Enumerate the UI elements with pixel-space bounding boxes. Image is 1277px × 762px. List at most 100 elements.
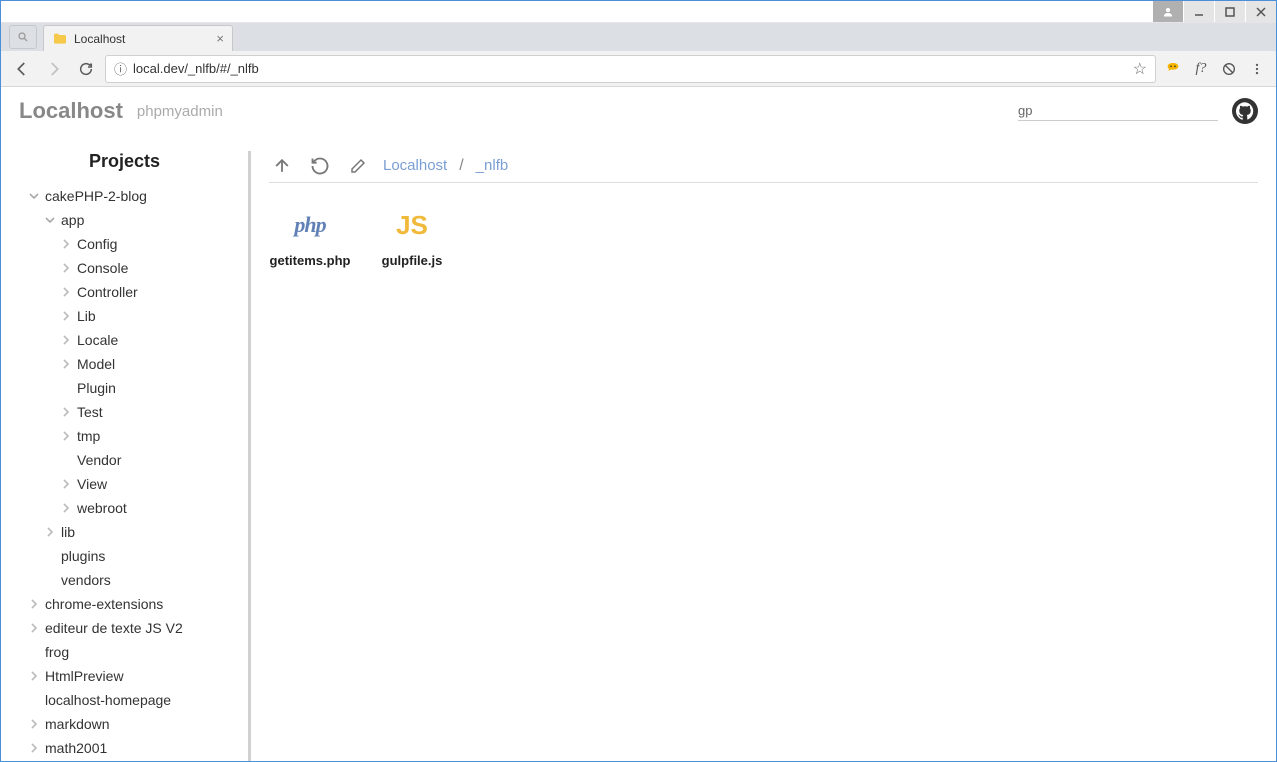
tree-item[interactable]: app bbox=[1, 208, 248, 232]
chevron-right-icon[interactable] bbox=[61, 287, 75, 297]
app-header: Localhost phpmyadmin gp bbox=[1, 87, 1276, 135]
sidebar: Projects cakePHP-2-blog app Config Console C… bbox=[1, 135, 251, 761]
chevron-right-icon[interactable] bbox=[61, 263, 75, 273]
tree-item[interactable]: HtmlPreview bbox=[1, 664, 248, 688]
tree-item-label: Plugin bbox=[75, 380, 116, 396]
page-content: Localhost phpmyadmin gp Projects cakePHP… bbox=[1, 87, 1276, 761]
tab-close-icon[interactable]: × bbox=[216, 31, 224, 46]
tree-item-label: math2001 bbox=[43, 740, 107, 756]
chevron-down-icon[interactable] bbox=[29, 191, 43, 201]
refresh-button[interactable] bbox=[307, 153, 333, 179]
tab-search-button[interactable] bbox=[9, 25, 37, 49]
chevron-right-icon[interactable] bbox=[29, 599, 43, 609]
tree-item[interactable]: webroot bbox=[1, 496, 248, 520]
user-icon[interactable] bbox=[1153, 1, 1183, 22]
tree-item[interactable]: plugins bbox=[1, 544, 248, 568]
back-button[interactable] bbox=[9, 56, 35, 82]
tree-item[interactable]: Locale bbox=[1, 328, 248, 352]
forward-button[interactable] bbox=[41, 56, 67, 82]
tree-item[interactable]: vendors bbox=[1, 568, 248, 592]
tree-item[interactable]: tmp bbox=[1, 424, 248, 448]
chevron-right-icon[interactable] bbox=[45, 527, 59, 537]
window-titlebar bbox=[1, 1, 1276, 23]
breadcrumb-current[interactable]: _nlfb bbox=[476, 157, 509, 174]
tree-item[interactable]: math2001 bbox=[1, 736, 248, 760]
tree-item[interactable]: lib bbox=[1, 520, 248, 544]
tree-item-label: Vendor bbox=[75, 452, 121, 468]
extension-icon-3[interactable] bbox=[1218, 58, 1240, 80]
tree-item[interactable]: Model bbox=[1, 352, 248, 376]
extension-icon-1[interactable] bbox=[1162, 58, 1184, 80]
tree-item[interactable]: frog bbox=[1, 640, 248, 664]
chevron-right-icon[interactable] bbox=[29, 719, 43, 729]
file-name: getitems.php bbox=[269, 253, 351, 269]
site-info-icon[interactable]: ⓘ bbox=[114, 59, 127, 78]
project-tree: cakePHP-2-blog app Config Console Controller… bbox=[1, 184, 248, 760]
chevron-right-icon[interactable] bbox=[61, 239, 75, 249]
maximize-button[interactable] bbox=[1215, 1, 1245, 22]
address-bar[interactable]: ⓘ local.dev/_nlfb/#/_nlfb ☆ bbox=[105, 55, 1156, 83]
file-item[interactable]: JSgulpfile.js bbox=[371, 201, 453, 269]
up-button[interactable] bbox=[269, 153, 295, 179]
file-grid: php getitems.php JSgulpfile.js bbox=[269, 201, 1258, 269]
tree-item[interactable]: Vendor bbox=[1, 448, 248, 472]
tree-item-label: Console bbox=[75, 260, 128, 276]
tree-item[interactable]: editeur de texte JS V2 bbox=[1, 616, 248, 640]
chevron-right-icon[interactable] bbox=[61, 407, 75, 417]
chevron-right-icon[interactable] bbox=[61, 479, 75, 489]
tree-item[interactable]: View bbox=[1, 472, 248, 496]
chevron-right-icon[interactable] bbox=[61, 431, 75, 441]
search-input[interactable]: gp bbox=[1018, 101, 1218, 121]
breadcrumb-root[interactable]: Localhost bbox=[383, 157, 447, 174]
tree-item-label: editeur de texte JS V2 bbox=[43, 620, 183, 636]
php-file-icon: php bbox=[269, 201, 351, 249]
reload-button[interactable] bbox=[73, 56, 99, 82]
chevron-right-icon[interactable] bbox=[61, 311, 75, 321]
tree-item[interactable]: Plugin bbox=[1, 376, 248, 400]
tree-item[interactable]: Test bbox=[1, 400, 248, 424]
sidebar-title: Projects bbox=[1, 151, 248, 172]
chevron-right-icon[interactable] bbox=[29, 623, 43, 633]
chevron-down-icon[interactable] bbox=[45, 215, 59, 225]
tree-item-label: Model bbox=[75, 356, 115, 372]
chevron-right-icon[interactable] bbox=[61, 335, 75, 345]
tree-item[interactable]: markdown bbox=[1, 712, 248, 736]
tree-item-label: Controller bbox=[75, 284, 138, 300]
app-subtitle-link[interactable]: phpmyadmin bbox=[137, 103, 223, 120]
tree-item-label: tmp bbox=[75, 428, 100, 444]
tree-item-label: HtmlPreview bbox=[43, 668, 124, 684]
chevron-right-icon[interactable] bbox=[61, 359, 75, 369]
tree-item[interactable]: Controller bbox=[1, 280, 248, 304]
browser-menu-button[interactable] bbox=[1246, 58, 1268, 80]
tree-item-label: cakePHP-2-blog bbox=[43, 188, 147, 204]
chevron-right-icon[interactable] bbox=[61, 503, 75, 513]
browser-toolbar: ⓘ local.dev/_nlfb/#/_nlfb ☆ f? bbox=[1, 51, 1276, 87]
tree-item[interactable]: chrome-extensions bbox=[1, 592, 248, 616]
tree-item-label: chrome-extensions bbox=[43, 596, 163, 612]
chevron-right-icon[interactable] bbox=[29, 671, 43, 681]
app-title[interactable]: Localhost bbox=[19, 98, 123, 124]
minimize-button[interactable] bbox=[1184, 1, 1214, 22]
tree-item[interactable]: Config bbox=[1, 232, 248, 256]
file-item[interactable]: php getitems.php bbox=[269, 201, 351, 269]
tree-item[interactable]: cakePHP-2-blog bbox=[1, 184, 248, 208]
tree-item[interactable]: Lib bbox=[1, 304, 248, 328]
tree-item[interactable]: Console bbox=[1, 256, 248, 280]
edit-button[interactable] bbox=[345, 153, 371, 179]
tree-item-label: Config bbox=[75, 236, 117, 252]
browser-tab[interactable]: Localhost × bbox=[43, 25, 233, 51]
tree-item-label: app bbox=[59, 212, 84, 228]
tab-strip: Localhost × bbox=[1, 23, 1276, 51]
tree-item-label: plugins bbox=[59, 548, 105, 564]
tree-item-label: Test bbox=[75, 404, 103, 420]
github-icon[interactable] bbox=[1232, 98, 1258, 124]
chevron-right-icon[interactable] bbox=[29, 743, 43, 753]
extension-icon-2[interactable]: f? bbox=[1190, 58, 1212, 80]
tree-item-label: frog bbox=[43, 644, 69, 660]
bookmark-star-icon[interactable]: ☆ bbox=[1133, 59, 1147, 79]
main-panel: Localhost / _nlfb php getitems.php JSgulpf… bbox=[251, 135, 1276, 761]
tree-item-label: View bbox=[75, 476, 107, 492]
tree-item[interactable]: localhost-homepage bbox=[1, 688, 248, 712]
close-button[interactable] bbox=[1246, 1, 1276, 22]
breadcrumb-sep: / bbox=[459, 157, 463, 175]
